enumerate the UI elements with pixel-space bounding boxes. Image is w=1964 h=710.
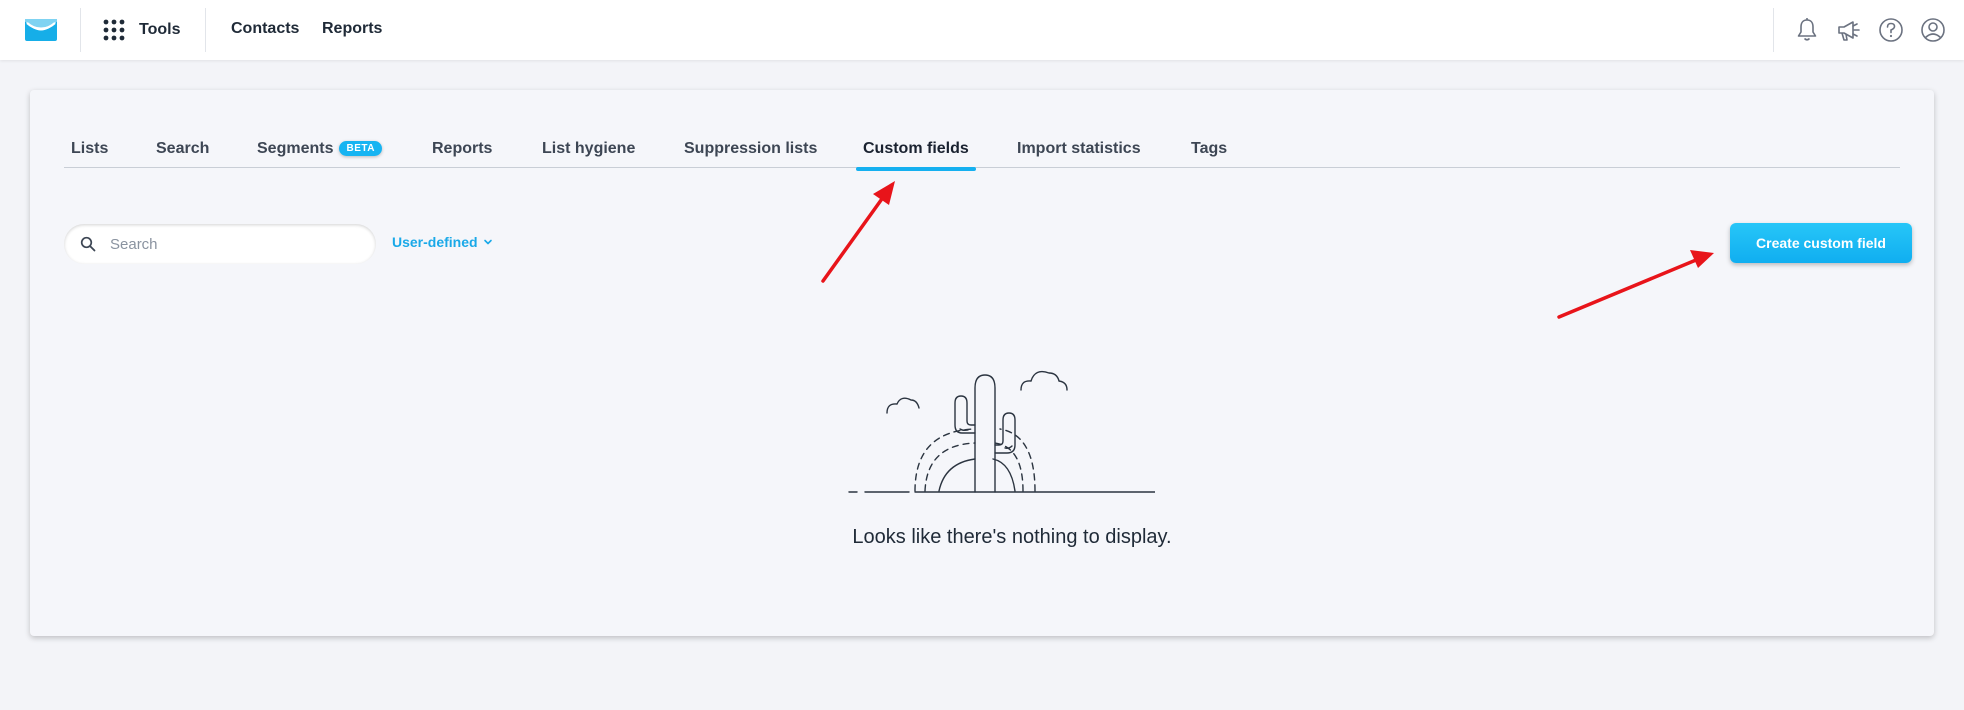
empty-state-cactus-illustration bbox=[848, 370, 1155, 493]
field-type-filter-dropdown[interactable]: User-defined bbox=[392, 234, 493, 250]
filter-label: User-defined bbox=[392, 234, 478, 250]
tab-tags[interactable]: Tags bbox=[1191, 130, 1227, 168]
beta-badge: BETA bbox=[339, 141, 382, 156]
tab-reports[interactable]: Reports bbox=[432, 130, 492, 168]
megaphone-icon bbox=[1838, 21, 1860, 41]
divider bbox=[80, 8, 81, 52]
contacts-tab-bar: Lists Search Segments BETA Reports List … bbox=[64, 130, 1900, 171]
search-field[interactable] bbox=[64, 224, 376, 264]
user-account-icon bbox=[1921, 18, 1945, 42]
create-custom-field-button[interactable]: Create custom field bbox=[1730, 223, 1912, 263]
search-icon bbox=[80, 236, 96, 252]
tab-label: Import statistics bbox=[1017, 140, 1141, 157]
nav-link-contacts[interactable]: Contacts bbox=[231, 20, 299, 38]
topbar-actions bbox=[1792, 14, 1948, 46]
account-button[interactable] bbox=[1918, 15, 1948, 45]
apps-grid-icon bbox=[103, 19, 125, 41]
top-navigation-bar: Tools Contacts Reports bbox=[0, 0, 1964, 60]
bell-icon bbox=[1797, 18, 1817, 41]
chevron-down-icon bbox=[483, 239, 492, 245]
tools-label: Tools bbox=[139, 21, 181, 38]
help-button[interactable] bbox=[1876, 15, 1906, 45]
tab-segments[interactable]: Segments BETA bbox=[257, 130, 382, 168]
tab-import-statistics[interactable]: Import statistics bbox=[1017, 130, 1141, 168]
divider bbox=[1773, 8, 1774, 52]
tab-label: Suppression lists bbox=[684, 140, 818, 157]
tab-list-hygiene[interactable]: List hygiene bbox=[542, 130, 635, 168]
main-content-card: Lists Search Segments BETA Reports List … bbox=[30, 90, 1934, 636]
empty-state-message: Looks like there's nothing to display. bbox=[852, 526, 1172, 548]
brand-logo-envelope-icon[interactable] bbox=[24, 18, 58, 42]
divider bbox=[205, 8, 206, 52]
tab-suppression-lists[interactable]: Suppression lists bbox=[684, 130, 817, 168]
tab-search[interactable]: Search bbox=[156, 130, 209, 168]
tab-lists[interactable]: Lists bbox=[71, 130, 108, 168]
tab-label: Reports bbox=[432, 140, 493, 157]
tab-label: Segments bbox=[257, 140, 334, 157]
announcements-button[interactable] bbox=[1834, 15, 1864, 45]
tab-label: List hygiene bbox=[542, 140, 636, 157]
notifications-button[interactable] bbox=[1792, 15, 1822, 45]
tab-label: Custom fields bbox=[863, 140, 969, 157]
search-input[interactable] bbox=[110, 235, 350, 253]
tools-menu-button[interactable]: Tools bbox=[102, 16, 180, 44]
nav-link-reports[interactable]: Reports bbox=[322, 20, 382, 38]
tab-label: Tags bbox=[1191, 140, 1228, 157]
help-icon bbox=[1879, 18, 1903, 42]
tab-label: Lists bbox=[71, 140, 109, 157]
tab-label: Search bbox=[156, 140, 210, 157]
tab-custom-fields[interactable]: Custom fields bbox=[856, 130, 976, 171]
